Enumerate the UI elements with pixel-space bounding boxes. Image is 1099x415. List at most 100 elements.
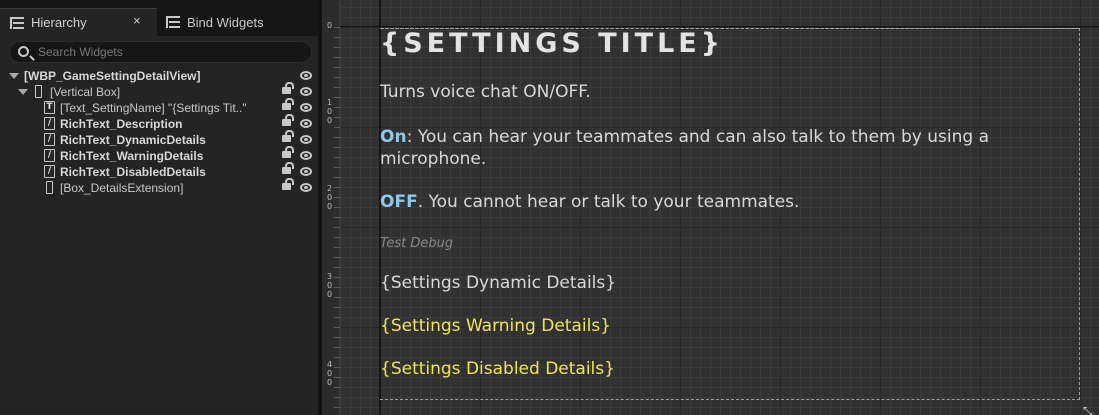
tree-row-label: RichText_DisabledDetails <box>60 165 206 179</box>
vertical-ruler: 0 1 0 0 2 0 0 3 0 0 4 0 0 <box>322 0 340 415</box>
visibility-eye-icon[interactable] <box>300 135 312 144</box>
ruler-tick <box>334 177 340 178</box>
off-text: . You cannot hear or talk to your teamma… <box>417 192 800 212</box>
search-widgets-input[interactable]: Search Widgets <box>9 41 312 63</box>
ruler-tick <box>334 287 340 288</box>
tab-hierarchy-label: Hierarchy <box>31 15 87 30</box>
richtext-description[interactable]: Turns voice chat ON/OFF. <box>380 82 591 102</box>
ruler-tick <box>334 27 340 28</box>
search-icon <box>18 46 29 57</box>
tree-row[interactable]: / RichText_Description <box>0 114 318 132</box>
ruler-tick <box>334 147 340 148</box>
ruler-tick <box>334 197 340 198</box>
tree-row[interactable]: / RichText_DisabledDetails <box>0 162 318 180</box>
tree-row-label: [Text_SettingName] "{Settings Tit.." <box>60 101 247 115</box>
panel-tab-bar: Hierarchy × Bind Widgets <box>0 0 318 36</box>
search-placeholder: Search Widgets <box>38 45 123 59</box>
on-keyword: On <box>380 127 407 147</box>
ruler-tick <box>334 357 340 358</box>
lock-icon[interactable] <box>282 146 294 158</box>
on-text: : You can hear your teammates and can al… <box>380 127 989 169</box>
tree-row-label: RichText_Description <box>60 117 183 131</box>
ruler-tick <box>334 47 340 48</box>
rich-text-icon: / <box>44 117 55 130</box>
ruler-tick <box>334 67 340 68</box>
visibility-eye-icon[interactable] <box>300 103 312 112</box>
ruler-tick <box>334 297 340 298</box>
ruler-tick <box>334 337 340 338</box>
tree-row[interactable]: [Vertical Box] <box>0 82 318 100</box>
visibility-eye-icon[interactable] <box>300 167 312 176</box>
hierarchy-panel: Hierarchy × Bind Widgets Search Widgets … <box>0 0 318 415</box>
lock-icon[interactable] <box>282 82 294 94</box>
tree-row-label: [WBP_GameSettingDetailView] <box>24 69 201 83</box>
ruler-tick <box>334 187 340 188</box>
ruler-tick <box>334 347 340 348</box>
ruler-tick <box>334 137 340 138</box>
tree-row[interactable]: / RichText_DynamicDetails <box>0 130 318 148</box>
visibility-eye-icon[interactable] <box>300 71 312 80</box>
ruler-tick <box>334 267 340 268</box>
ruler-label: 1 0 0 <box>327 98 333 125</box>
ruler-tick <box>334 107 340 108</box>
rich-text-icon: / <box>44 133 55 146</box>
rich-text-icon: / <box>44 149 55 162</box>
tree-row[interactable]: / RichText_WarningDetails <box>0 146 318 164</box>
lock-icon[interactable] <box>282 130 294 142</box>
text-icon: T <box>44 101 55 114</box>
ruler-tick <box>334 387 340 388</box>
settings-title[interactable]: {SETTINGS TITLE} <box>380 28 724 59</box>
tab-bind-widgets-label: Bind Widgets <box>187 14 264 30</box>
ruler-label: 4 0 0 <box>327 360 333 387</box>
richtext-off-line[interactable]: OFF. You cannot hear or talk to your tea… <box>380 192 799 212</box>
ruler-tick <box>334 207 340 208</box>
tree-row-label: [Box_DetailsExtension] <box>60 181 184 195</box>
ruler-label: 0 <box>327 21 333 30</box>
resize-handle-icon[interactable]: ⤡ <box>1083 404 1093 415</box>
lock-icon[interactable] <box>282 114 294 126</box>
lock-icon[interactable] <box>282 162 294 174</box>
ruler-tick <box>334 157 340 158</box>
ruler-tick <box>334 97 340 98</box>
ruler-tick <box>334 377 340 378</box>
lock-icon[interactable] <box>282 178 294 190</box>
ruler-tick <box>334 397 340 398</box>
ruler-tick <box>334 327 340 328</box>
tree-row-label: RichText_WarningDetails <box>60 149 204 163</box>
visibility-eye-icon[interactable] <box>300 151 312 160</box>
off-keyword: OFF <box>380 192 418 212</box>
ruler-tick <box>334 117 340 118</box>
vertical-box-icon <box>46 181 53 194</box>
canvas-origin-horizontal-line <box>340 26 1099 27</box>
ruler-label: 3 0 0 <box>327 272 333 299</box>
rich-text-icon: / <box>44 165 55 178</box>
richtext-on-line[interactable]: On: You can hear your teammates and can … <box>380 126 1020 170</box>
test-debug-label: Test Debug <box>380 236 454 251</box>
tree-row[interactable]: [WBP_GameSettingDetailView] <box>0 68 318 84</box>
expand-arrow-icon[interactable] <box>18 89 28 95</box>
ruler-tick <box>334 167 340 168</box>
ruler-tick <box>334 257 340 258</box>
ruler-tick <box>334 237 340 238</box>
close-icon[interactable]: × <box>133 13 141 28</box>
ruler-tick <box>334 77 340 78</box>
ruler-tick <box>334 317 340 318</box>
tab-bind-widgets[interactable]: Bind Widgets <box>160 8 310 36</box>
tree-row[interactable]: [Box_DetailsExtension] <box>0 178 318 196</box>
tree-row[interactable]: T [Text_SettingName] "{Settings Tit.." <box>0 98 318 116</box>
richtext-dynamic-details[interactable]: {Settings Dynamic Details} <box>380 273 616 293</box>
visibility-eye-icon[interactable] <box>300 87 312 96</box>
richtext-warning-details[interactable]: {Settings Warning Details} <box>380 316 611 336</box>
vertical-box-icon <box>35 85 42 98</box>
tree-row-label: [Vertical Box] <box>50 85 121 99</box>
ruler-tick <box>334 87 340 88</box>
richtext-disabled-details[interactable]: {Settings Disabled Details} <box>380 359 615 379</box>
visibility-eye-icon[interactable] <box>300 119 312 128</box>
expand-arrow-icon[interactable] <box>9 73 19 79</box>
hierarchy-icon <box>10 16 24 29</box>
lock-icon[interactable] <box>282 98 294 110</box>
ruler-tick <box>334 57 340 58</box>
bind-widgets-icon <box>166 16 180 28</box>
visibility-eye-icon[interactable] <box>300 183 312 192</box>
ruler-tick <box>334 277 340 278</box>
